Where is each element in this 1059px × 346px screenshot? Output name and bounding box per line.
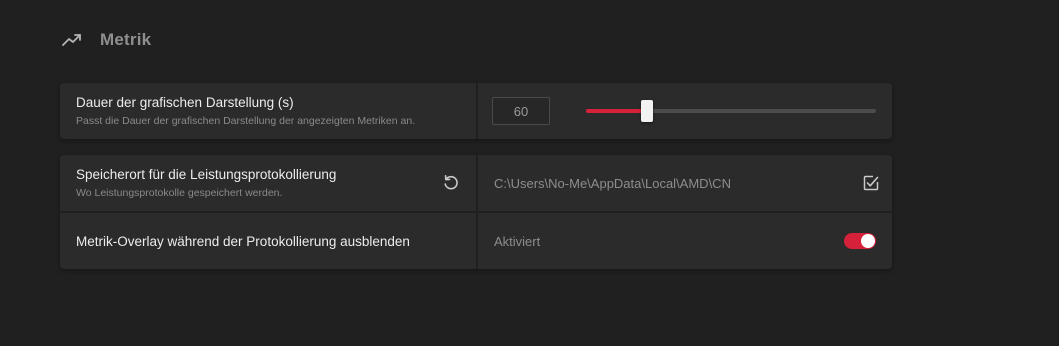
overlay-label-area: Metrik-Overlay während der Protokollieru… — [60, 213, 476, 269]
log-location-control-area: C:\Users\No-Me\AppData\Local\AMD\CN — [476, 155, 892, 211]
duration-control-area: 60 — [476, 83, 892, 139]
duration-label-area: Dauer der grafischen Darstellung (s) Pas… — [60, 83, 476, 139]
log-path-value: C:\Users\No-Me\AppData\Local\AMD\CN — [494, 175, 731, 191]
overlay-title: Metrik-Overlay während der Protokollieru… — [76, 233, 410, 249]
overlay-control-area: Aktiviert — [476, 213, 892, 269]
slider-fill — [586, 109, 647, 113]
log-location-description: Wo Leistungsprotokolle gespeichert werde… — [76, 187, 283, 199]
section-title: Metrik — [100, 30, 152, 49]
overlay-status: Aktiviert — [494, 233, 541, 249]
logging-settings-card: Speicherort für die Leistungsprotokollie… — [60, 155, 892, 269]
duration-slider[interactable] — [586, 100, 876, 122]
folder-browse-icon[interactable] — [862, 174, 880, 192]
duration-description: Passt die Dauer der grafischen Darstellu… — [76, 115, 416, 127]
reset-icon[interactable] — [442, 174, 460, 192]
log-location-title: Speicherort für die Leistungsprotokollie… — [76, 167, 337, 182]
slider-thumb[interactable] — [640, 100, 653, 122]
overlay-toggle[interactable] — [844, 233, 876, 249]
toggle-knob — [861, 234, 875, 248]
trending-up-icon — [62, 33, 82, 47]
duration-value-input[interactable]: 60 — [492, 97, 550, 125]
duration-title: Dauer der grafischen Darstellung (s) — [76, 95, 294, 110]
duration-setting-card: Dauer der grafischen Darstellung (s) Pas… — [60, 83, 892, 139]
log-location-label-area: Speicherort für die Leistungsprotokollie… — [60, 155, 476, 211]
section-header: Metrik — [62, 28, 151, 52]
